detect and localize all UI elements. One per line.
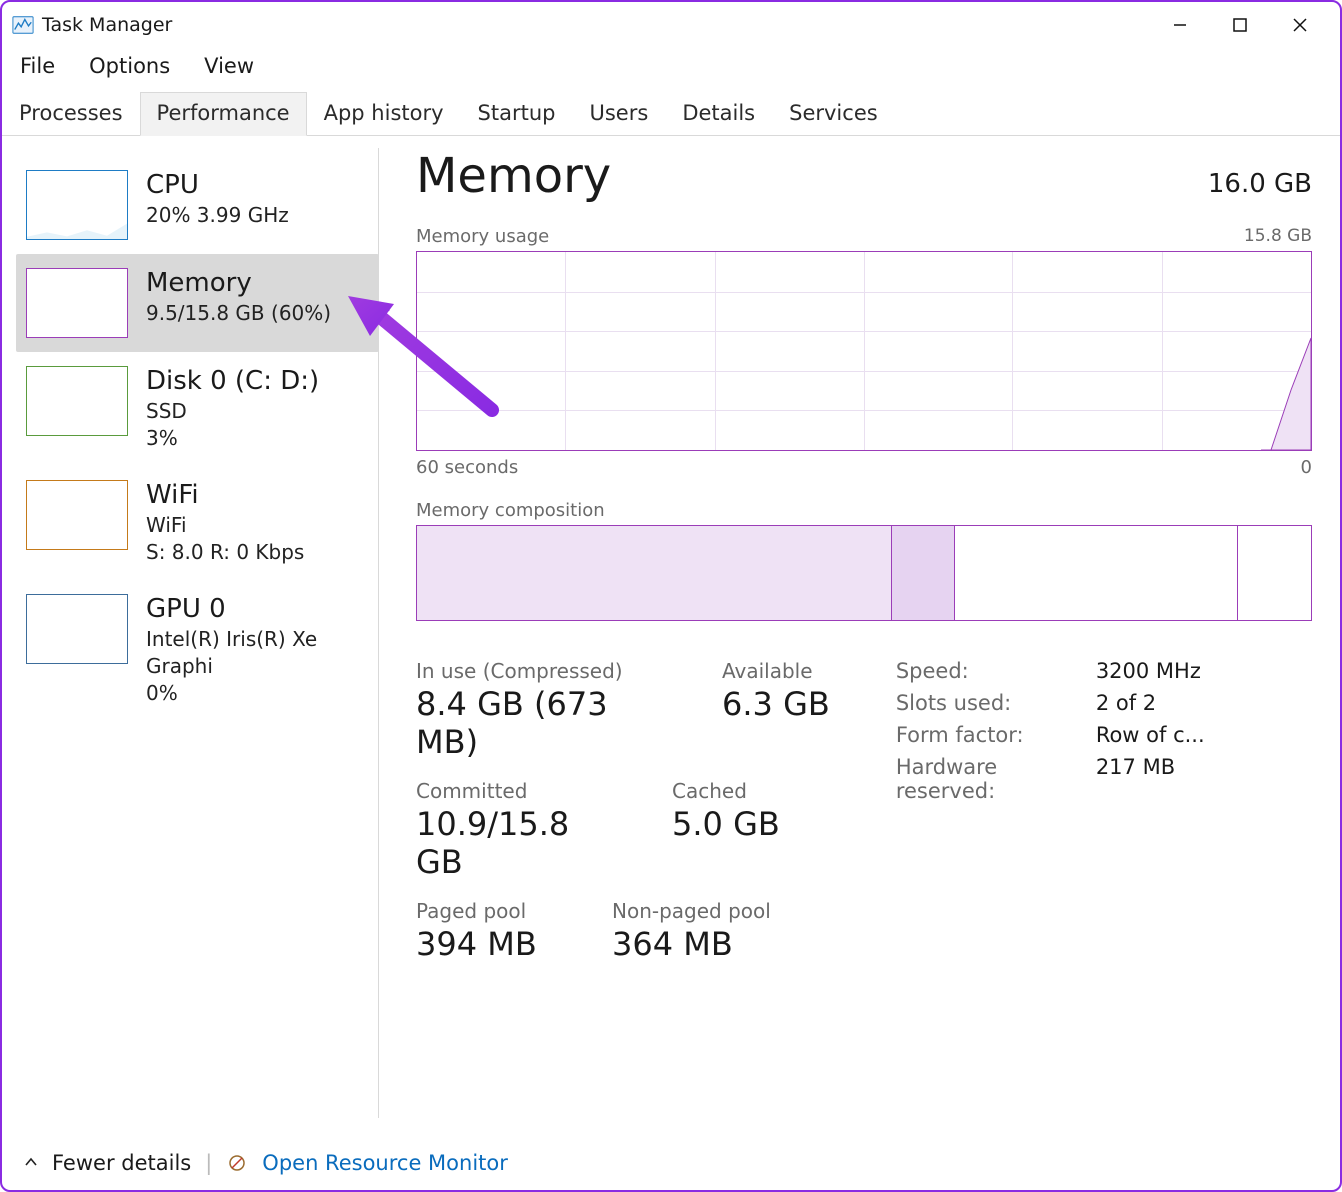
sidebar-cpu-title: CPU bbox=[146, 170, 289, 200]
tab-details[interactable]: Details bbox=[665, 92, 772, 135]
sidebar-item-disk[interactable]: Disk 0 (C: D:) SSD 3% bbox=[16, 352, 379, 466]
kv-form-label: Form factor: bbox=[896, 723, 1096, 747]
stat-available-label: Available bbox=[722, 659, 830, 683]
memory-properties: Speed:3200 MHz Slots used:2 of 2 Form fa… bbox=[896, 659, 1205, 981]
bottom-bar: Fewer details | Open Resource Monitor bbox=[2, 1136, 1340, 1190]
title-bar: Task Manager bbox=[2, 2, 1340, 48]
usage-axis-left: 60 seconds bbox=[416, 457, 518, 478]
composition-in-use bbox=[417, 526, 891, 620]
minimize-button[interactable] bbox=[1150, 3, 1210, 47]
sidebar-gpu-sub2: 0% bbox=[146, 680, 369, 707]
tab-performance[interactable]: Performance bbox=[140, 92, 307, 136]
sidebar-disk-title: Disk 0 (C: D:) bbox=[146, 366, 319, 396]
resource-monitor-icon bbox=[226, 1152, 248, 1174]
stat-nonpaged-value: 364 MB bbox=[612, 925, 771, 963]
menu-bar: File Options View bbox=[2, 48, 1340, 92]
disk-thumb-icon bbox=[26, 366, 128, 436]
performance-sidebar: CPU 20% 3.99 GHz Memory 9.5/15.8 GB (60%… bbox=[2, 136, 380, 1130]
sidebar-disk-sub1: SSD bbox=[146, 398, 319, 425]
app-icon bbox=[12, 14, 34, 36]
stat-available-value: 6.3 GB bbox=[722, 685, 830, 723]
usage-graph-max: 15.8 GB bbox=[1244, 226, 1312, 247]
sidebar-disk-sub2: 3% bbox=[146, 425, 319, 452]
tab-app-history[interactable]: App history bbox=[307, 92, 461, 135]
stat-committed-value: 10.9/15.8 GB bbox=[416, 805, 626, 881]
sidebar-wifi-title: WiFi bbox=[146, 480, 304, 510]
usage-graph-label: Memory usage bbox=[416, 226, 549, 247]
stat-in-use-value: 8.4 GB (673 MB) bbox=[416, 685, 676, 761]
tab-processes[interactable]: Processes bbox=[2, 92, 140, 135]
sidebar-wifi-sub1: WiFi bbox=[146, 512, 304, 539]
tab-strip: Processes Performance App history Startu… bbox=[2, 92, 1340, 136]
memory-thumb-icon bbox=[26, 268, 128, 338]
kv-slots-value: 2 of 2 bbox=[1096, 691, 1156, 715]
kv-hw-label: Hardware reserved: bbox=[896, 755, 1096, 803]
composition-standby bbox=[955, 526, 1238, 620]
sidebar-item-memory[interactable]: Memory 9.5/15.8 GB (60%) bbox=[16, 254, 379, 352]
gpu-thumb-icon bbox=[26, 594, 128, 664]
wifi-thumb-icon bbox=[26, 480, 128, 550]
detail-title: Memory bbox=[416, 148, 611, 204]
stat-committed-label: Committed bbox=[416, 779, 626, 803]
stat-cached-label: Cached bbox=[672, 779, 780, 803]
open-resource-monitor-link[interactable]: Open Resource Monitor bbox=[262, 1151, 508, 1175]
composition-graph-label: Memory composition bbox=[416, 500, 605, 521]
sidebar-item-cpu[interactable]: CPU 20% 3.99 GHz bbox=[16, 156, 379, 254]
sidebar-gpu-sub1: Intel(R) Iris(R) Xe Graphi bbox=[146, 626, 369, 680]
menu-options[interactable]: Options bbox=[89, 54, 170, 78]
memory-detail-pane: Memory 16.0 GB Memory usage 15.8 GB 60 s… bbox=[380, 136, 1340, 1130]
sidebar-gpu-title: GPU 0 bbox=[146, 594, 369, 624]
menu-view[interactable]: View bbox=[204, 54, 254, 78]
detail-total: 16.0 GB bbox=[1208, 169, 1312, 199]
sidebar-memory-title: Memory bbox=[146, 268, 331, 298]
cpu-thumb-icon bbox=[26, 170, 128, 240]
sidebar-wifi-sub2: S: 8.0 R: 0 Kbps bbox=[146, 539, 304, 566]
tab-users[interactable]: Users bbox=[573, 92, 666, 135]
kv-hw-value: 217 MB bbox=[1096, 755, 1175, 803]
stat-in-use-label: In use (Compressed) bbox=[416, 659, 676, 683]
separator: | bbox=[205, 1151, 212, 1175]
stat-nonpaged-label: Non-paged pool bbox=[612, 899, 771, 923]
kv-slots-label: Slots used: bbox=[896, 691, 1096, 715]
usage-axis-right: 0 bbox=[1301, 457, 1312, 478]
window-title: Task Manager bbox=[42, 14, 172, 36]
kv-form-value: Row of c... bbox=[1096, 723, 1205, 747]
tab-startup[interactable]: Startup bbox=[461, 92, 573, 135]
kv-speed-value: 3200 MHz bbox=[1096, 659, 1201, 683]
tab-services[interactable]: Services bbox=[772, 92, 895, 135]
stat-paged-value: 394 MB bbox=[416, 925, 566, 963]
stat-paged-label: Paged pool bbox=[416, 899, 566, 923]
composition-modified bbox=[891, 526, 955, 620]
maximize-button[interactable] bbox=[1210, 3, 1270, 47]
sidebar-cpu-sub: 20% 3.99 GHz bbox=[146, 202, 289, 229]
sidebar-item-gpu[interactable]: GPU 0 Intel(R) Iris(R) Xe Graphi 0% bbox=[16, 580, 379, 721]
composition-free bbox=[1238, 526, 1311, 620]
sidebar-memory-sub: 9.5/15.8 GB (60%) bbox=[146, 300, 331, 327]
sidebar-item-wifi[interactable]: WiFi WiFi S: 8.0 R: 0 Kbps bbox=[16, 466, 379, 580]
memory-usage-graph[interactable] bbox=[416, 251, 1312, 451]
menu-file[interactable]: File bbox=[20, 54, 55, 78]
kv-speed-label: Speed: bbox=[896, 659, 1096, 683]
fewer-details-button[interactable]: Fewer details bbox=[52, 1151, 191, 1175]
stat-cached-value: 5.0 GB bbox=[672, 805, 780, 843]
close-button[interactable] bbox=[1270, 3, 1330, 47]
memory-composition-graph[interactable] bbox=[416, 525, 1312, 621]
chevron-up-icon[interactable] bbox=[24, 1153, 38, 1174]
